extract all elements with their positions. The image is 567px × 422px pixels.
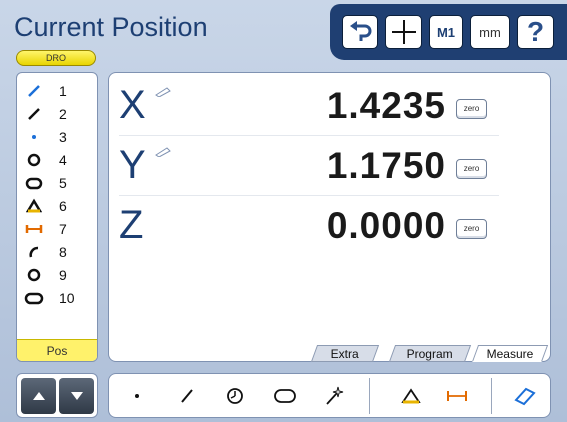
list-item[interactable]: 2 bbox=[17, 102, 97, 125]
divider bbox=[491, 378, 492, 414]
feature-list: 1 2 3 4 5 6 7 8 9 10 Pos bbox=[16, 72, 98, 362]
circle-icon bbox=[227, 388, 243, 404]
measure-circle-button[interactable] bbox=[217, 380, 253, 412]
angle-icon bbox=[26, 198, 42, 212]
tab-program[interactable]: Program bbox=[388, 345, 472, 362]
measure-toolbar bbox=[108, 373, 551, 418]
scroll-down-button[interactable] bbox=[59, 378, 94, 414]
measure-angle-button[interactable] bbox=[393, 380, 429, 412]
circle-icon bbox=[27, 153, 41, 166]
divider bbox=[119, 195, 499, 196]
m1-button[interactable]: M1 bbox=[429, 15, 463, 49]
distance-icon bbox=[25, 224, 43, 233]
divider bbox=[369, 378, 370, 414]
axis-label: Y bbox=[119, 143, 146, 187]
arrow-up-icon bbox=[32, 392, 45, 400]
magic-wand-icon bbox=[326, 386, 344, 405]
line-icon bbox=[28, 107, 40, 120]
units-button[interactable]: mm bbox=[470, 15, 510, 49]
pos-label[interactable]: Pos bbox=[17, 339, 97, 361]
list-item[interactable]: 3 bbox=[17, 125, 97, 148]
crosshair-button[interactable] bbox=[385, 15, 422, 49]
top-toolbar: M1 mm ? bbox=[330, 4, 567, 60]
list-item[interactable]: 8 bbox=[17, 240, 97, 263]
crosshair-icon bbox=[391, 20, 416, 44]
undo-icon bbox=[350, 21, 372, 41]
measure-point-button[interactable] bbox=[119, 380, 155, 412]
axis-row-z: Z 0.0000 zero bbox=[109, 199, 552, 259]
point-icon bbox=[135, 394, 139, 398]
axis-label: Z bbox=[119, 203, 144, 247]
axis-value: 1.1750 bbox=[326, 145, 446, 186]
dro-badge[interactable]: DRO bbox=[16, 50, 96, 66]
pencil-icon bbox=[155, 147, 171, 157]
measure-distance-button[interactable] bbox=[439, 380, 475, 412]
measure-auto-button[interactable] bbox=[316, 380, 352, 412]
list-item[interactable]: 5 bbox=[17, 171, 97, 194]
measure-slot-button[interactable] bbox=[267, 380, 303, 412]
axis-row-y: Y 1.1750 zero bbox=[109, 139, 552, 199]
tab-extra[interactable]: Extra bbox=[310, 345, 380, 362]
measure-line-button[interactable] bbox=[169, 380, 205, 412]
point-icon bbox=[32, 134, 36, 139]
tab-measure[interactable]: Measure bbox=[471, 345, 549, 362]
divider bbox=[119, 135, 499, 136]
slot-icon bbox=[25, 177, 43, 189]
list-item[interactable]: 7 bbox=[17, 217, 97, 240]
list-item[interactable]: 6 bbox=[17, 194, 97, 217]
help-button[interactable]: ? bbox=[517, 15, 554, 49]
screen: Current Position DRO M1 mm ? 1 2 3 4 5 6… bbox=[0, 0, 567, 422]
skew-icon bbox=[514, 387, 536, 406]
readout-panel: X 1.4235 zero Y 1.1750 zero Z 0.0000 zer… bbox=[108, 72, 551, 362]
distance-icon bbox=[447, 391, 467, 401]
axis-row-x: X 1.4235 zero bbox=[109, 79, 552, 139]
scroll-arrows bbox=[16, 373, 98, 418]
zero-button[interactable]: zero bbox=[456, 159, 487, 179]
list-item[interactable]: 1 bbox=[17, 79, 97, 102]
list-item[interactable]: 4 bbox=[17, 148, 97, 171]
axis-value: 0.0000 bbox=[326, 205, 446, 246]
pencil-icon bbox=[155, 87, 171, 97]
line-icon bbox=[28, 84, 40, 97]
zero-button[interactable]: zero bbox=[456, 219, 487, 239]
page-title: Current Position bbox=[14, 12, 208, 42]
zero-button[interactable]: zero bbox=[456, 99, 487, 119]
arc-icon bbox=[29, 246, 39, 257]
arrow-down-icon bbox=[70, 392, 83, 400]
slot-icon bbox=[274, 389, 296, 403]
line-icon bbox=[181, 389, 193, 403]
undo-button[interactable] bbox=[342, 15, 378, 49]
scroll-up-button[interactable] bbox=[21, 378, 56, 414]
axis-label: X bbox=[119, 83, 146, 127]
circle-icon bbox=[27, 268, 41, 281]
angle-icon bbox=[401, 388, 421, 404]
skew-button[interactable] bbox=[507, 380, 543, 412]
list-item[interactable]: 9 bbox=[17, 263, 97, 286]
slot-icon bbox=[24, 292, 44, 304]
axis-value: 1.4235 bbox=[326, 85, 446, 126]
list-item[interactable]: 10 bbox=[17, 286, 97, 309]
